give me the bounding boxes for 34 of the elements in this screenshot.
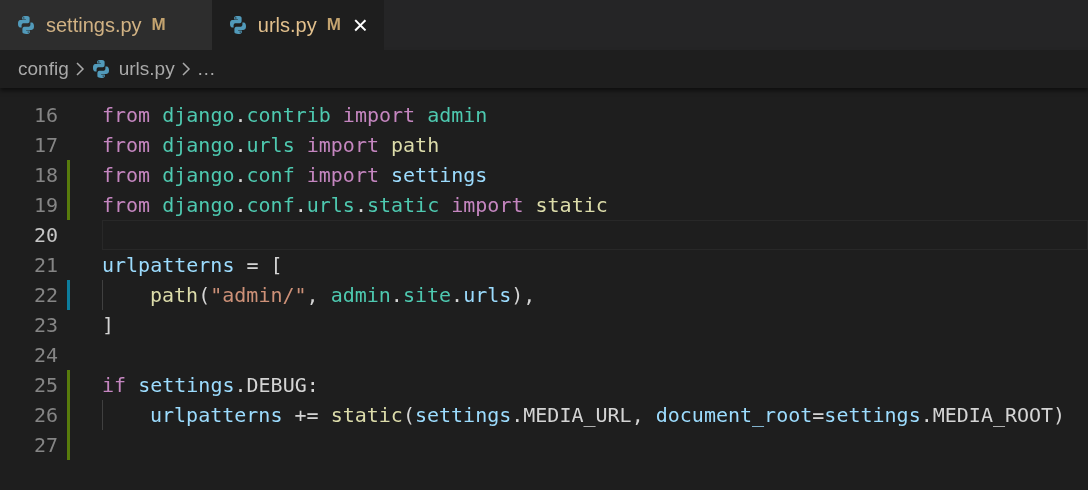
- line-number: 17: [32, 132, 58, 159]
- line-number: 16: [32, 102, 58, 129]
- line-number: 23: [32, 312, 58, 339]
- line-number: 19: [32, 192, 58, 219]
- line-number: 25: [32, 372, 58, 399]
- chevron-right-icon: [74, 61, 85, 77]
- line-number: 27: [32, 432, 58, 459]
- code-line: path("admin/", admin.site.urls),: [150, 282, 536, 309]
- code-line: urlpatterns = [: [102, 252, 283, 279]
- code-line: from django.urls import path: [102, 132, 440, 159]
- code-line: from django.conf import settings: [102, 162, 488, 189]
- code-line: from django.contrib import admin: [102, 102, 488, 129]
- python-icon: [227, 15, 248, 35]
- chevron-right-icon: [180, 61, 191, 77]
- line-number: 21: [32, 252, 58, 279]
- modified-label: M: [326, 14, 341, 37]
- breadcrumb-more[interactable]: …: [196, 54, 216, 84]
- line-number: 20: [32, 222, 58, 249]
- python-icon: [16, 15, 36, 35]
- editor-tab[interactable]: settings.py M: [0, 0, 212, 50]
- code-line: if settings.DEBUG:: [102, 372, 319, 399]
- editor-tab[interactable]: urls.py M ×: [211, 0, 385, 50]
- python-icon: [90, 59, 111, 79]
- breadcrumb-folder[interactable]: config: [18, 54, 69, 84]
- line-number: 22: [32, 282, 58, 309]
- line-number: 18: [32, 162, 58, 189]
- breadcrumb-file[interactable]: urls.py: [90, 54, 175, 84]
- code-line: from django.conf.urls.static import static: [102, 192, 608, 219]
- close-icon[interactable]: ×: [352, 12, 369, 38]
- modified-label: M: [151, 14, 166, 37]
- code-line: urlpatterns += static(settings.MEDIA_URL, document_root=settings.MEDIA_ROOT): [150, 402, 1066, 429]
- line-number: 26: [32, 402, 58, 429]
- code-line: ]: [102, 312, 115, 339]
- line-number: 24: [32, 342, 58, 369]
